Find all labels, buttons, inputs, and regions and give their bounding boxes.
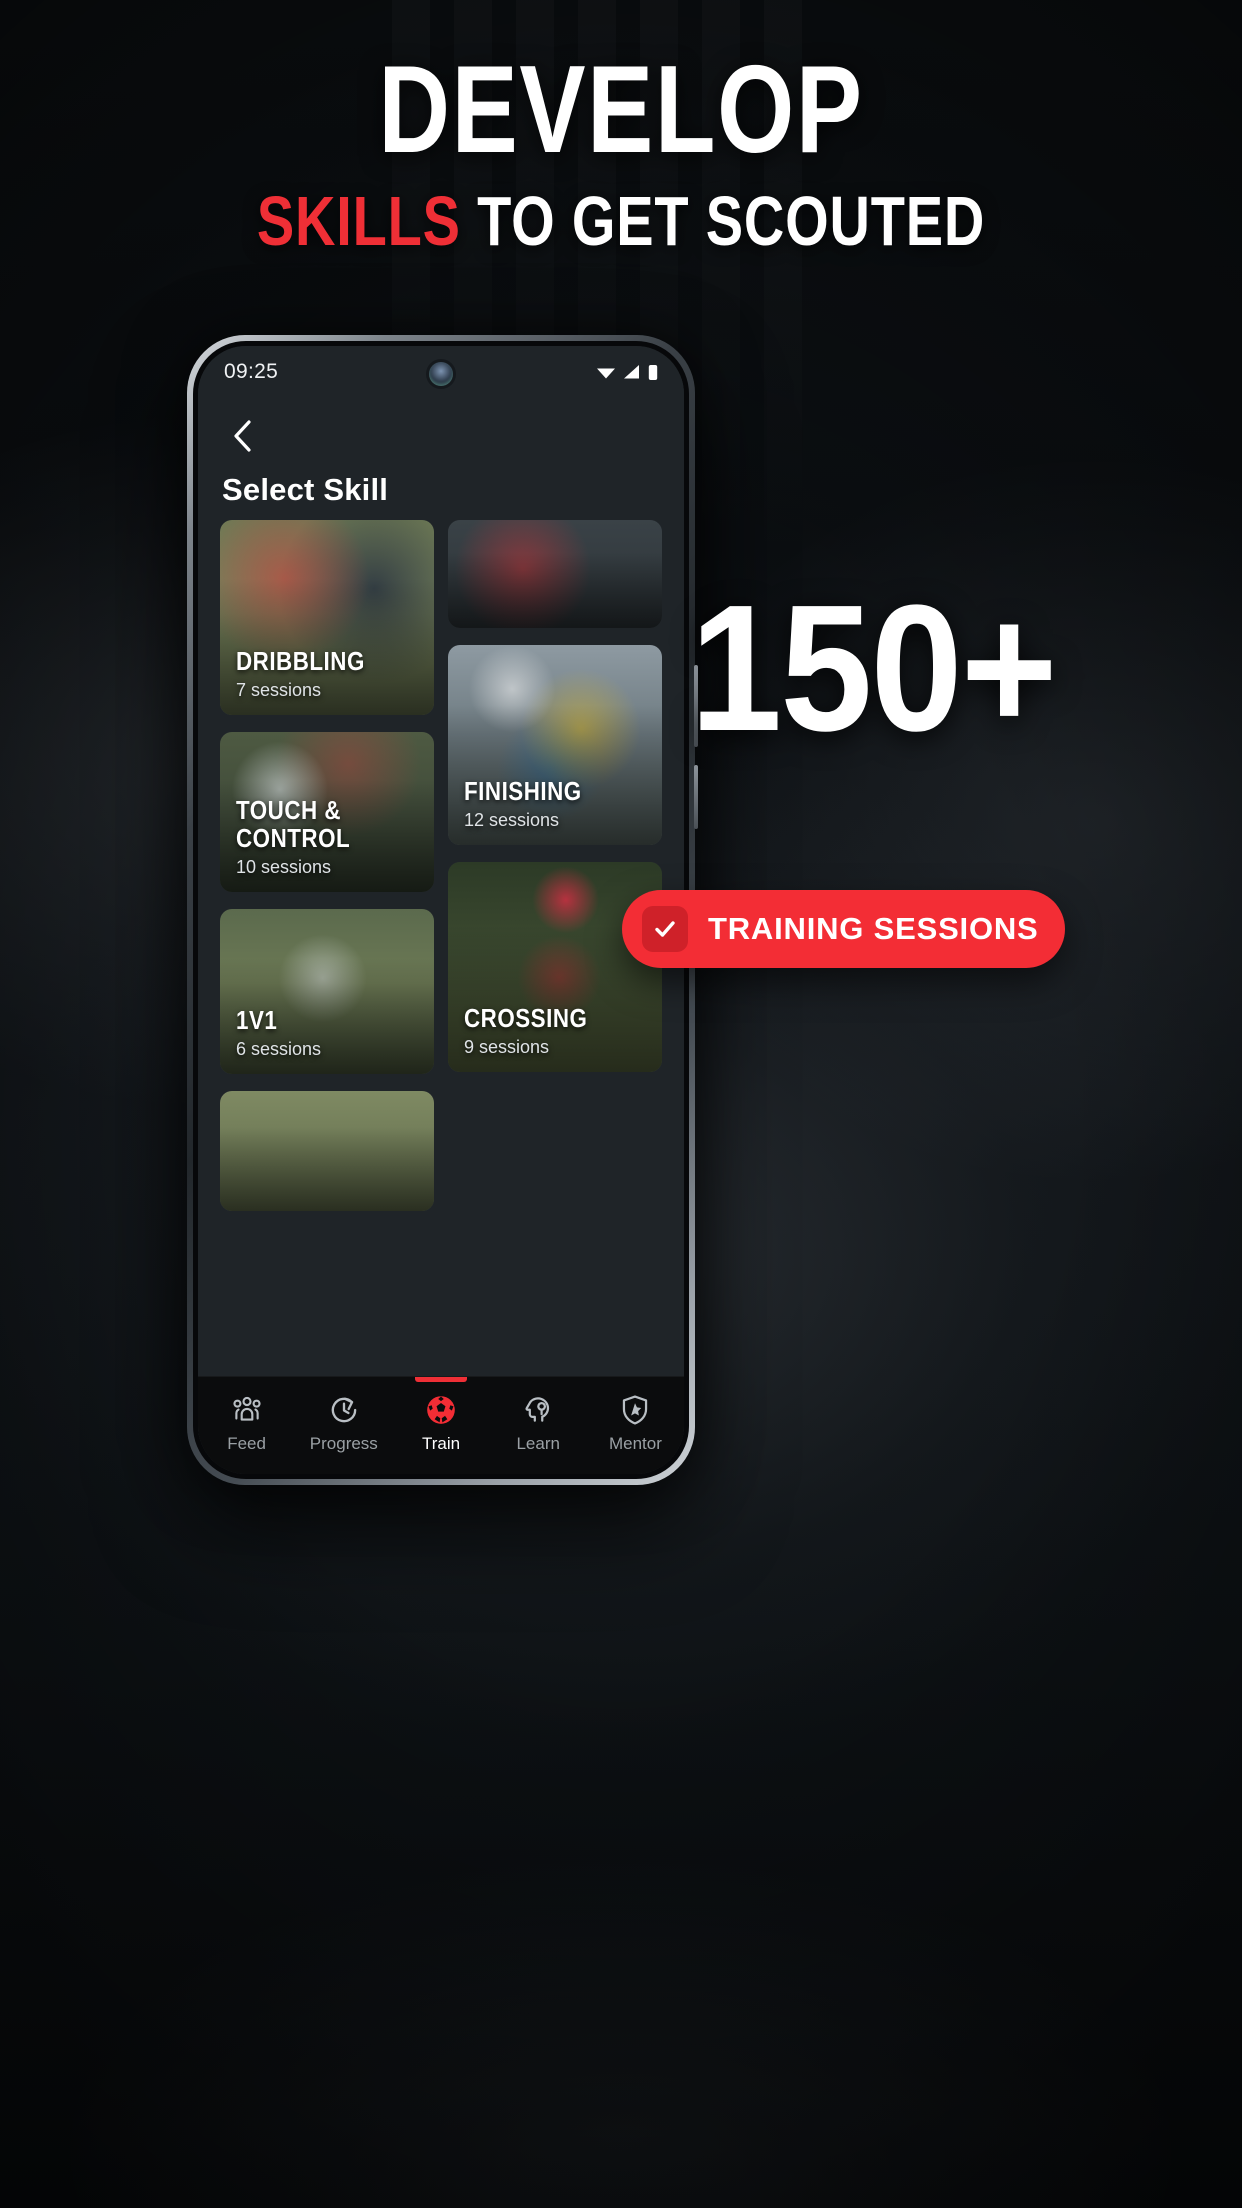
head-lightbulb-icon <box>525 1397 550 1422</box>
skill-card-dribbling[interactable]: DRIBBLING 7 sessions <box>220 520 434 715</box>
people-group-icon <box>232 1396 261 1421</box>
soccer-ball-icon <box>427 1396 455 1424</box>
wifi-icon <box>597 368 615 379</box>
phone-mockup: Select Skill DRIBBLING 7 sessions TOUCH … <box>187 335 698 1485</box>
signal-icon <box>624 365 639 379</box>
page-title: Select Skill <box>222 472 389 507</box>
nav-item-progress[interactable]: Progress <box>295 1377 392 1454</box>
skill-card-finishing[interactable]: FINISHING 12 sessions <box>448 645 662 845</box>
skill-card-title: DRIBBLING <box>236 645 365 676</box>
skill-grid: DRIBBLING 7 sessions TOUCH & CONTROL 10 … <box>198 520 684 1211</box>
skill-card-partial-top-right[interactable] <box>448 520 662 628</box>
nav-item-label: Mentor <box>608 1434 662 1453</box>
battery-icon <box>648 364 658 380</box>
skill-card-gradient <box>220 1091 434 1211</box>
promo-subheadline-rest: TO GET SCOUTED <box>477 182 986 260</box>
skill-card-sessions: 12 sessions <box>464 810 560 830</box>
promo-screenshot: DEVELOP SKILLS TO GET SCOUTED Select Ski… <box>0 0 1242 2208</box>
promo-headline: DEVELOP <box>378 41 864 179</box>
promo-subheadline-highlight: SKILLS <box>256 182 461 260</box>
skill-card-sessions: 6 sessions <box>236 1039 322 1059</box>
clock-rotate-icon <box>331 1397 357 1423</box>
skill-card-title: CROSSING <box>464 1002 588 1033</box>
camera-punch-hole <box>429 362 453 386</box>
chevron-left-icon <box>234 420 251 452</box>
nav-item-label: Feed <box>227 1434 266 1453</box>
nav-item-train[interactable]: Train <box>392 1377 489 1454</box>
training-sessions-badge: TRAINING SESSIONS <box>622 890 1065 968</box>
skill-column-right: FINISHING 12 sessions CROSSING 9 session… <box>448 520 662 1211</box>
app-bar <box>198 398 684 456</box>
promo-heading-block: DEVELOP SKILLS TO GET SCOUTED <box>0 48 1242 256</box>
nav-item-label: Learn <box>516 1434 560 1453</box>
skill-card-title: TOUCH & CONTROL <box>236 795 351 853</box>
app-screen: Select Skill DRIBBLING 7 sessions TOUCH … <box>198 346 684 1474</box>
back-button[interactable] <box>222 416 262 456</box>
skill-card-title: FINISHING <box>464 775 582 806</box>
bottom-navigation: Feed Progress Train Learn Mentor <box>198 1376 684 1474</box>
phone-screen: Select Skill DRIBBLING 7 sessions TOUCH … <box>198 346 684 1474</box>
skill-card-crossing[interactable]: CROSSING 9 sessions <box>448 862 662 1072</box>
nav-item-feed[interactable]: Feed <box>198 1377 295 1454</box>
shield-star-icon <box>623 1395 648 1425</box>
badge-checkbox <box>642 906 688 952</box>
skill-card-sessions: 9 sessions <box>464 1037 550 1057</box>
phone-bezel: Select Skill DRIBBLING 7 sessions TOUCH … <box>193 341 689 1479</box>
badge-label: TRAINING SESSIONS <box>708 911 1039 946</box>
skill-card-sessions: 7 sessions <box>236 680 322 700</box>
skill-card-title: 1V1 <box>236 1004 278 1035</box>
power-button[interactable] <box>694 765 698 829</box>
promo-subheadline: SKILLS TO GET SCOUTED <box>124 186 1118 256</box>
skill-column-left: DRIBBLING 7 sessions TOUCH & CONTROL 10 … <box>220 520 434 1211</box>
skill-card-1v1[interactable]: 1V1 6 sessions <box>220 909 434 1074</box>
skill-card-gradient <box>448 520 662 628</box>
status-bar-icons <box>596 364 658 381</box>
nav-item-label: Progress <box>309 1434 378 1453</box>
active-tab-indicator <box>415 1377 467 1382</box>
check-icon <box>655 921 675 937</box>
nav-item-label: Train <box>421 1434 461 1453</box>
status-bar-time: 09:25 <box>224 360 279 383</box>
nav-item-learn[interactable]: Learn <box>490 1377 587 1454</box>
skill-card-partial-bottom-left[interactable] <box>220 1091 434 1211</box>
skill-card-sessions: 10 sessions <box>236 857 332 877</box>
skill-card-touch-control[interactable]: TOUCH & CONTROL 10 sessions <box>220 732 434 892</box>
stat-number-overlay: 150+ <box>690 568 1057 769</box>
nav-item-mentor[interactable]: Mentor <box>587 1377 684 1454</box>
